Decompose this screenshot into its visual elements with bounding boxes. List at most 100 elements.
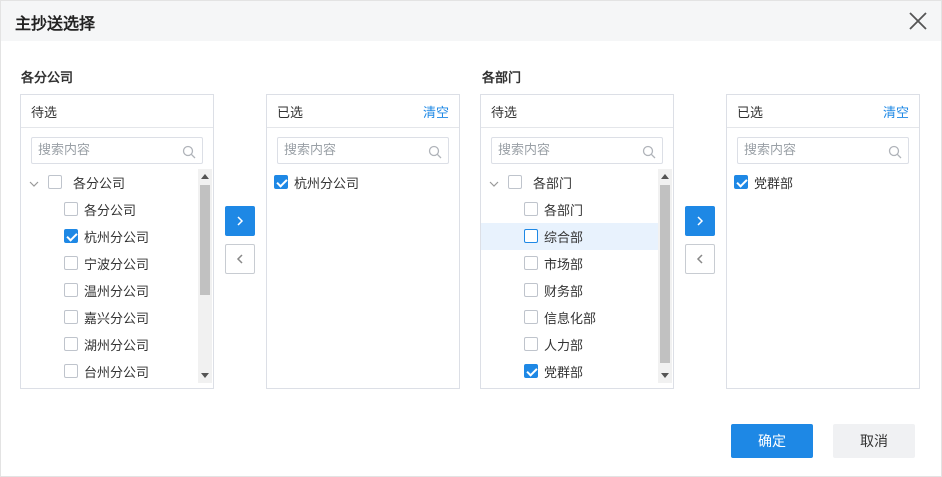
- tree-item[interactable]: 嘉兴分公司: [21, 304, 213, 331]
- department-candidates-panel: 待选 各部门 各部门 综合部: [480, 94, 674, 389]
- move-right-button[interactable]: [685, 206, 715, 236]
- cancel-button[interactable]: 取消: [833, 424, 915, 458]
- panel-header-label: 待选: [491, 105, 518, 121]
- search-box: [277, 137, 449, 164]
- scroll-up-arrow[interactable]: [661, 174, 669, 179]
- tree-item[interactable]: 人力部: [481, 331, 673, 358]
- tree-item-label: 各分公司: [84, 204, 137, 219]
- panel-header-label: 待选: [31, 105, 58, 121]
- tree-item-label: 各分公司: [73, 177, 126, 192]
- checkbox[interactable]: [48, 175, 62, 189]
- move-left-button[interactable]: [685, 244, 715, 274]
- checkbox-checked[interactable]: [274, 175, 288, 189]
- tree-item-label: 温州分公司: [84, 285, 150, 300]
- tree-item-label: 各部门: [533, 177, 573, 192]
- close-icon[interactable]: [907, 10, 929, 32]
- tree-item[interactable]: 温州分公司: [21, 277, 213, 304]
- search-box: [491, 137, 663, 164]
- chevron-left-icon: [694, 250, 706, 269]
- selected-item-label: 杭州分公司: [294, 177, 360, 192]
- tree-root[interactable]: 各分公司: [21, 169, 213, 196]
- checkbox[interactable]: [508, 175, 522, 189]
- scrollbar[interactable]: [198, 169, 212, 383]
- clear-link[interactable]: 清空: [883, 102, 909, 121]
- chevron-down-icon[interactable]: [489, 178, 499, 188]
- panel-header: 已选 清空: [727, 95, 919, 128]
- checkbox[interactable]: [64, 202, 78, 216]
- scroll-thumb[interactable]: [660, 185, 670, 363]
- checkbox[interactable]: [64, 283, 78, 297]
- tree-item[interactable]: 宁波分公司: [21, 250, 213, 277]
- search-input[interactable]: [278, 138, 448, 163]
- tree-item-label: 宁波分公司: [84, 258, 150, 273]
- checkbox[interactable]: [524, 310, 538, 324]
- tree-item[interactable]: 财务部: [481, 277, 673, 304]
- checkbox[interactable]: [524, 283, 538, 297]
- selected-list: 杭州分公司: [267, 169, 459, 384]
- selected-list: 党群部: [727, 169, 919, 384]
- tree-item-label: 党群部: [544, 366, 584, 381]
- panel-header-label: 已选: [277, 105, 304, 121]
- search-icon[interactable]: [428, 144, 442, 159]
- scrollbar[interactable]: [658, 169, 672, 383]
- checkbox[interactable]: [64, 256, 78, 270]
- scroll-down-arrow[interactable]: [201, 373, 209, 378]
- checkbox[interactable]: [524, 256, 538, 270]
- tree-item-label: 综合部: [544, 231, 584, 246]
- scroll-thumb[interactable]: [200, 185, 210, 295]
- tree-root[interactable]: 各部门: [481, 169, 673, 196]
- tree-item-hovered[interactable]: 综合部: [481, 223, 658, 250]
- search-input[interactable]: [492, 138, 662, 163]
- branch-candidates-panel: 待选 各分公司 各分公司 杭州分公司: [20, 94, 214, 389]
- tree-item-label: 台州分公司: [84, 366, 150, 381]
- tree-item-label: 杭州分公司: [84, 231, 150, 246]
- checkbox[interactable]: [64, 364, 78, 378]
- tree-item[interactable]: 台州分公司: [21, 358, 213, 385]
- move-right-button[interactable]: [225, 206, 255, 236]
- confirm-button[interactable]: 确定: [731, 424, 813, 458]
- search-icon[interactable]: [642, 144, 656, 159]
- branch-group-label: 各分公司: [21, 71, 74, 86]
- search-box: [737, 137, 909, 164]
- scroll-up-arrow[interactable]: [201, 174, 209, 179]
- selected-item[interactable]: 杭州分公司: [267, 169, 459, 196]
- tree-item-label: 湖州分公司: [84, 339, 150, 354]
- panel-header: 待选: [481, 95, 673, 128]
- branch-selected-panel: 已选 清空 杭州分公司: [266, 94, 460, 389]
- checkbox-checked[interactable]: [64, 229, 78, 243]
- search-input[interactable]: [32, 138, 202, 163]
- panel-header-label: 已选: [737, 105, 764, 121]
- checkbox-checked[interactable]: [734, 175, 748, 189]
- checkbox[interactable]: [524, 337, 538, 351]
- move-left-button[interactable]: [225, 244, 255, 274]
- clear-link[interactable]: 清空: [423, 102, 449, 121]
- checkbox[interactable]: [64, 337, 78, 351]
- search-box: [31, 137, 203, 164]
- tree-item[interactable]: 市场部: [481, 250, 673, 277]
- tree-item-label: 信息化部: [544, 312, 597, 327]
- tree-item[interactable]: 湖州分公司: [21, 331, 213, 358]
- chevron-right-icon: [694, 212, 706, 231]
- checkbox[interactable]: [524, 202, 538, 216]
- panel-header: 待选: [21, 95, 213, 128]
- dialog-header: 主抄送选择: [1, 1, 941, 41]
- scroll-down-arrow[interactable]: [661, 373, 669, 378]
- checkbox[interactable]: [64, 310, 78, 324]
- tree-item[interactable]: 党群部: [481, 358, 673, 385]
- search-icon[interactable]: [888, 144, 902, 159]
- tree-item[interactable]: 杭州分公司: [21, 223, 213, 250]
- tree-item-label: 财务部: [544, 285, 584, 300]
- dialog-title: 主抄送选择: [15, 14, 96, 33]
- tree-item[interactable]: 各部门: [481, 196, 673, 223]
- checkbox[interactable]: [524, 229, 538, 243]
- search-icon[interactable]: [182, 144, 196, 159]
- tree-item[interactable]: 信息化部: [481, 304, 673, 331]
- chevron-down-icon[interactable]: [29, 178, 39, 188]
- checkbox-checked[interactable]: [524, 364, 538, 378]
- search-input[interactable]: [738, 138, 908, 163]
- department-group-label: 各部门: [482, 71, 522, 86]
- selected-item[interactable]: 党群部: [727, 169, 919, 196]
- tree-item[interactable]: 各分公司: [21, 196, 213, 223]
- chevron-left-icon: [234, 250, 246, 269]
- chevron-right-icon: [234, 212, 246, 231]
